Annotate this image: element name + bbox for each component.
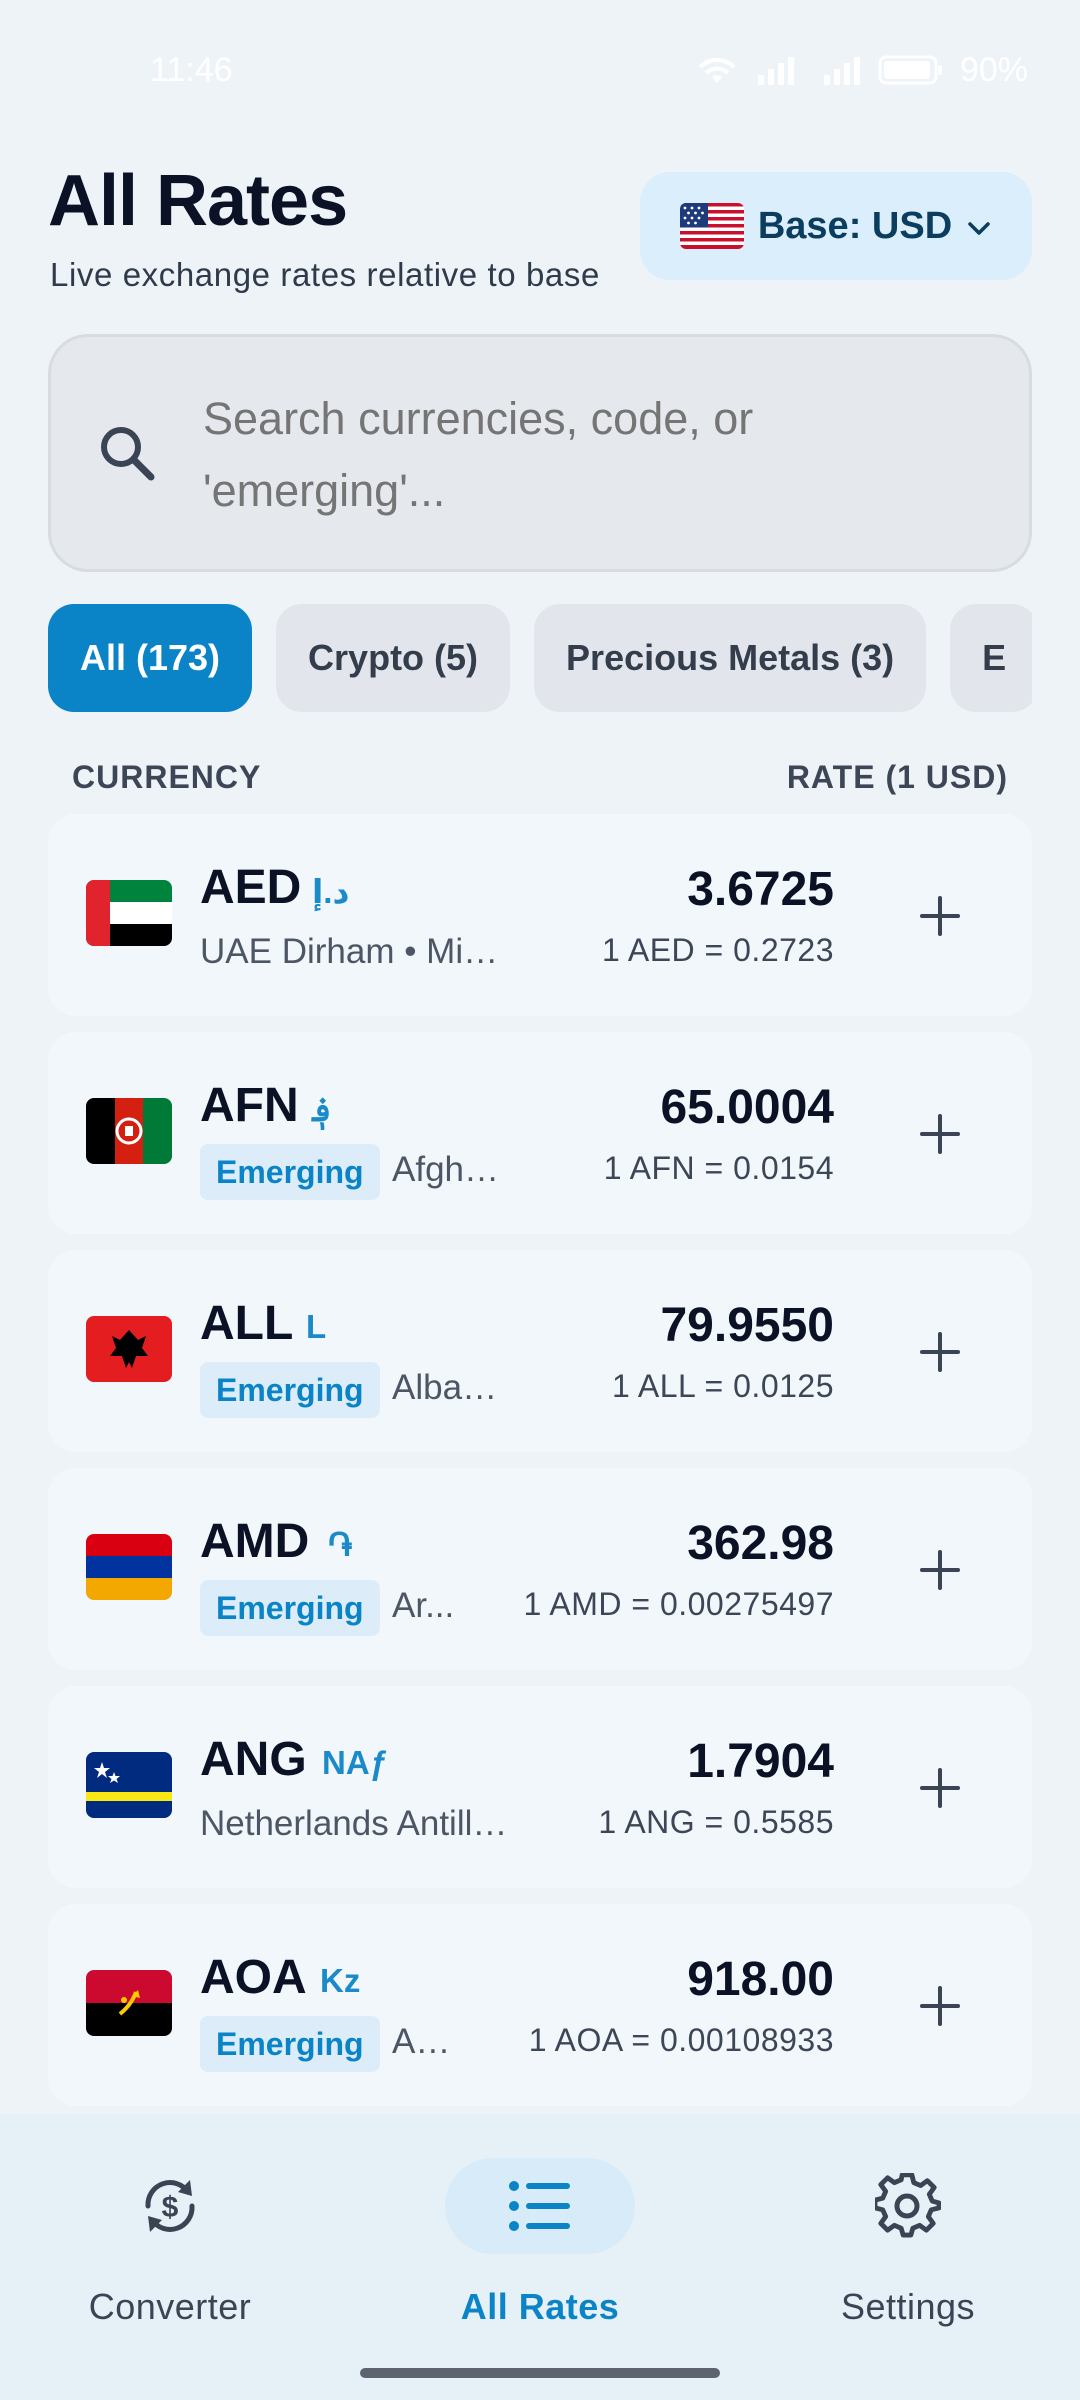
currency-exchange-icon: $	[75, 2158, 265, 2254]
currency-name: Afghan ...	[392, 1150, 506, 1189]
rate-value: 362.98	[687, 1517, 834, 1570]
rates-list[interactable]: AED د.إ UAE Dirham • Middl... 3.6725 1 A…	[48, 814, 1032, 2114]
currency-code: AOA	[200, 1951, 307, 2004]
header: All Rates Live exchange rates relative t…	[48, 160, 1032, 300]
currency-code: ANG	[200, 1733, 307, 1786]
inverse-rate: 1 AOA = 0.00108933	[528, 2022, 834, 2058]
currency-symbol: L	[306, 1308, 327, 1345]
column-currency: CURRENCY	[72, 758, 262, 795]
rate-row[interactable]: AMD ֏ Emerging Ar... 362.98 1 AMD = 0.00…	[48, 1468, 1032, 1670]
battery-icon	[878, 54, 944, 86]
wifi-icon	[694, 53, 740, 87]
rate-value: 3.6725	[687, 863, 834, 916]
inverse-rate: 1 AFN = 0.0154	[603, 1150, 834, 1186]
nav-all-rates[interactable]: All Rates	[410, 2158, 670, 2338]
search-input[interactable]	[203, 383, 989, 533]
rate-row[interactable]: ALL L Emerging Albanian... 79.9550 1 ALL…	[48, 1250, 1032, 1452]
rate-value: 65.0004	[660, 1081, 834, 1134]
status-bar: 11:46 90%	[0, 0, 1080, 140]
battery-percent: 90%	[959, 50, 1028, 89]
rate-row[interactable]: AED د.إ UAE Dirham • Middl... 3.6725 1 A…	[48, 814, 1032, 1016]
armenia-flag-icon	[86, 1534, 172, 1600]
currency-symbol: ؋	[312, 1091, 332, 1128]
chip-crypto[interactable]: Crypto (5)	[276, 604, 511, 712]
column-rate: RATE (1 USD)	[786, 758, 1008, 795]
rate-value: 1.7904	[687, 1735, 834, 1788]
signal-icon	[756, 55, 806, 85]
search-box[interactable]	[48, 334, 1032, 572]
search-icon	[93, 419, 163, 494]
rate-row[interactable]: ANG NAƒ Netherlands Antille... 1.7904 1 …	[48, 1686, 1032, 1888]
add-icon[interactable]	[918, 894, 962, 938]
angola-flag-icon	[86, 1970, 172, 2036]
currency-name: Netherlands Antille...	[200, 1804, 512, 1843]
inverse-rate: 1 ANG = 0.5585	[598, 1804, 834, 1840]
currency-name: UAE Dirham • Middl...	[200, 932, 506, 971]
inverse-rate: 1 AMD = 0.00275497	[523, 1586, 834, 1622]
home-indicator[interactable]	[360, 2368, 720, 2378]
column-headers: CURRENCY RATE (1 USD)	[72, 752, 1008, 802]
nav-label: Converter	[88, 2286, 252, 2327]
rate-row[interactable]: AOA Kz Emerging An... 918.00 1 AOA = 0.0…	[48, 1904, 1032, 2106]
emerging-badge: Emerging	[200, 2016, 380, 2072]
signal-icon-secondary	[822, 55, 862, 85]
currency-code: AMD	[200, 1515, 310, 1568]
chip-all[interactable]: All (173)	[48, 604, 253, 712]
emerging-badge: Emerging	[200, 1144, 380, 1200]
add-icon[interactable]	[918, 1548, 962, 1592]
page-subtitle: Live exchange rates relative to base	[50, 256, 600, 293]
currency-symbol: د.إ	[312, 873, 350, 910]
base-currency-label: Base: USD	[757, 204, 953, 247]
currency-symbol: ֏	[328, 1526, 353, 1563]
status-time: 11:46	[150, 50, 233, 89]
chip-emerging[interactable]: E	[950, 604, 1032, 712]
emerging-badge: Emerging	[200, 1580, 380, 1636]
add-icon[interactable]	[918, 1112, 962, 1156]
base-currency-button[interactable]: Base: USD	[640, 172, 1032, 280]
page-title: All Rates	[48, 161, 348, 241]
albania-flag-icon	[86, 1316, 172, 1382]
currency-code: AED	[200, 861, 302, 914]
gear-icon	[813, 2158, 1003, 2254]
add-icon[interactable]	[918, 1330, 962, 1374]
us-flag-icon	[679, 203, 744, 249]
currency-name: An...	[392, 2022, 460, 2061]
nav-label: All Rates	[460, 2286, 620, 2327]
emerging-badge: Emerging	[200, 1362, 380, 1418]
uae-flag-icon	[86, 880, 172, 946]
filter-chips: All (173) Crypto (5) Precious Metals (3)…	[48, 604, 1032, 712]
currency-symbol: NAƒ	[322, 1744, 389, 1781]
rate-value: 918.00	[687, 1953, 834, 2006]
nav-settings[interactable]: Settings	[778, 2158, 1038, 2338]
list-icon	[445, 2158, 635, 2254]
add-icon[interactable]	[918, 1984, 962, 2028]
inverse-rate: 1 AED = 0.2723	[601, 932, 834, 968]
currency-code: AFN	[200, 1079, 299, 1132]
add-icon[interactable]	[918, 1766, 962, 1810]
rate-row[interactable]: AFN ؋ Emerging Afghan ... 65.0004 1 AFN …	[48, 1032, 1032, 1234]
rate-value: 79.9550	[660, 1299, 834, 1352]
nav-converter[interactable]: $ Converter	[40, 2158, 300, 2338]
svg-text:$: $	[162, 2191, 179, 2224]
bottom-navigation: $ Converter All Rates Settings	[0, 2114, 1080, 2400]
curacao-flag-icon	[86, 1752, 172, 1818]
status-icons: 90%	[694, 51, 1028, 90]
chevron-down-icon	[966, 205, 992, 248]
currency-symbol: Kz	[320, 1962, 361, 1999]
chip-precious-metals[interactable]: Precious Metals (3)	[534, 604, 927, 712]
currency-code: ALL	[200, 1297, 294, 1350]
nav-label: Settings	[840, 2286, 976, 2327]
currency-name: Ar...	[392, 1586, 455, 1625]
inverse-rate: 1 ALL = 0.0125	[611, 1368, 834, 1404]
currency-name: Albanian...	[392, 1368, 516, 1407]
afghanistan-flag-icon	[86, 1098, 172, 1164]
